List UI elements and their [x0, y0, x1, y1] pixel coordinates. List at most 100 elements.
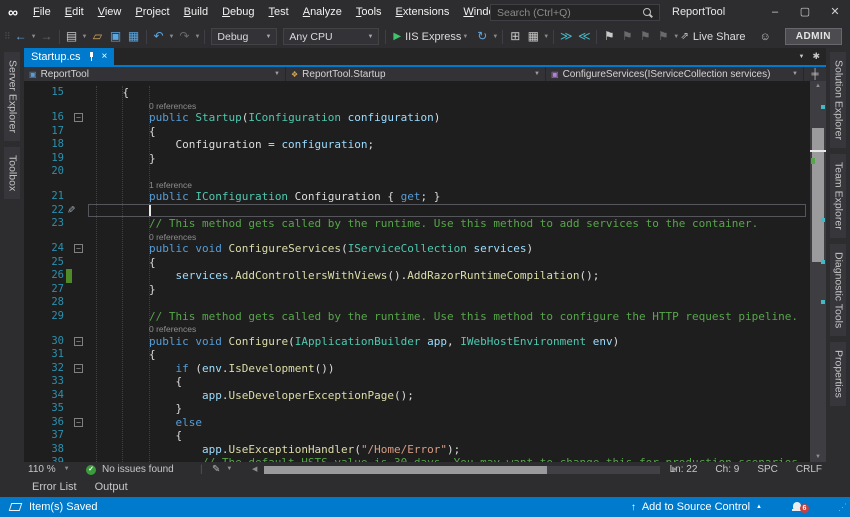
- project-dropdown[interactable]: ▣ ReportTool ▼: [24, 67, 286, 81]
- breakpoint-margin[interactable]: [24, 443, 42, 457]
- fold-collapse-icon[interactable]: –: [74, 244, 83, 253]
- admin-account-button[interactable]: ADMIN: [784, 28, 842, 45]
- code-line-36[interactable]: 36– else: [24, 416, 810, 430]
- fold-margin[interactable]: –: [72, 242, 88, 256]
- codelens-references[interactable]: 0 references: [149, 232, 196, 242]
- bookmark-dropdown[interactable]: ▼: [673, 34, 679, 40]
- fold-margin[interactable]: –: [72, 416, 88, 430]
- code-line-21[interactable]: 21 public IConfiguration Configuration {…: [24, 190, 810, 204]
- new-project-icon[interactable]: ▤: [63, 25, 81, 48]
- breakpoint-margin[interactable]: [24, 389, 42, 403]
- solution-platform-dropdown[interactable]: Any CPU ▼: [283, 28, 380, 45]
- breakpoint-margin[interactable]: [24, 190, 42, 204]
- code-health-indicator[interactable]: ✓ No issues found: [86, 462, 174, 477]
- feedback-icon[interactable]: ☺: [759, 31, 770, 43]
- breakpoint-margin[interactable]: [24, 429, 42, 443]
- code-text[interactable]: public void ConfigureServices(IServiceCo…: [88, 242, 533, 256]
- tool-tab-team-explorer[interactable]: Team Explorer: [829, 153, 847, 238]
- code-text[interactable]: {: [88, 256, 156, 270]
- code-text[interactable]: [88, 165, 96, 179]
- code-text[interactable]: if (env.IsDevelopment()): [88, 362, 334, 376]
- refresh-icon[interactable]: ↻: [473, 25, 491, 48]
- breakpoint-margin[interactable]: [24, 165, 42, 179]
- code-area[interactable]: 15 { 0 references 16 – public Startup(ICon…: [24, 81, 826, 462]
- code-line-31[interactable]: 31 {: [24, 348, 810, 362]
- code-text[interactable]: public IConfiguration Configuration { ge…: [88, 190, 440, 204]
- split-window-icon[interactable]: ╪: [804, 67, 826, 81]
- breakpoint-margin[interactable]: [24, 310, 42, 324]
- code-text[interactable]: public void Configure(IApplicationBuilde…: [88, 335, 619, 349]
- window-options-gear-icon[interactable]: ✱: [812, 51, 820, 62]
- code-text[interactable]: // This method gets called by the runtim…: [88, 217, 758, 231]
- notifications-button[interactable]: 6: [792, 501, 809, 513]
- search-icon[interactable]: [643, 7, 653, 18]
- horizontal-scrollbar[interactable]: [264, 466, 660, 474]
- code-line-24[interactable]: 24 – public void ConfigureServices(IServi…: [24, 242, 810, 256]
- code-text[interactable]: app.UseExceptionHandler("/Home/Error");: [88, 443, 460, 457]
- code-text[interactable]: app.UseDeveloperExceptionPage();: [88, 389, 414, 403]
- refresh-dropdown[interactable]: ▼: [492, 34, 498, 40]
- column-indicator[interactable]: Ch: 9: [715, 462, 739, 477]
- scroll-up-icon[interactable]: ▲: [810, 83, 826, 89]
- vertical-scrollbar-thumb[interactable]: [812, 128, 824, 262]
- code-line-30[interactable]: 30– public void Configure(IApplicationBu…: [24, 335, 810, 349]
- previous-bookmark-icon[interactable]: ⚑: [618, 25, 636, 48]
- space-mode-indicator[interactable]: SPC: [757, 462, 778, 477]
- breakpoint-margin[interactable]: [24, 269, 42, 283]
- code-line-33[interactable]: 33 {: [24, 375, 810, 389]
- source-control-dropdown-icon[interactable]: ▲: [756, 504, 762, 510]
- code-text[interactable]: public Startup(IConfiguration configurat…: [88, 111, 440, 125]
- code-line-16[interactable]: 16 – public Startup(IConfiguration config…: [24, 111, 810, 125]
- fold-collapse-icon[interactable]: –: [74, 363, 83, 373]
- breakpoint-margin[interactable]: [24, 348, 42, 362]
- code-text[interactable]: Configuration = configuration;: [88, 138, 374, 152]
- next-bookmark-icon[interactable]: ⚑: [636, 25, 654, 48]
- attach-to-process-icon[interactable]: ⊞: [506, 25, 524, 48]
- code-line-17[interactable]: 17 {: [24, 125, 810, 139]
- code-line-34[interactable]: 34 app.UseDeveloperExceptionPage();: [24, 389, 810, 403]
- code-text[interactable]: }: [88, 283, 156, 297]
- zoom-level-dropdown[interactable]: 110 % ▼: [28, 462, 70, 477]
- panel-tab-error-list[interactable]: Error List: [24, 479, 85, 495]
- code-text[interactable]: {: [88, 348, 156, 362]
- navigate-back-dropdown[interactable]: ▼: [31, 34, 37, 40]
- code-line-26[interactable]: 26 services.AddControllersWithViews().Ad…: [24, 269, 810, 283]
- redo-icon[interactable]: ↷: [175, 25, 193, 48]
- solution-configuration-dropdown[interactable]: Debug ▼: [211, 28, 278, 45]
- save-icon[interactable]: ▣: [107, 25, 125, 48]
- breakpoint-margin[interactable]: [24, 152, 42, 166]
- tab-startup-cs[interactable]: Startup.cs ×: [24, 48, 115, 65]
- tool-tab-solution-explorer[interactable]: Solution Explorer: [829, 52, 847, 148]
- breakpoint-margin[interactable]: [24, 362, 42, 376]
- undo-icon[interactable]: ↶: [150, 25, 168, 48]
- code-line-35[interactable]: 35 }: [24, 402, 810, 416]
- tab-close-icon[interactable]: ×: [102, 51, 108, 62]
- breakpoint-margin[interactable]: [24, 217, 42, 231]
- code-line-37[interactable]: 37 {: [24, 429, 810, 443]
- horizontal-scrollbar-thumb[interactable]: [264, 466, 547, 474]
- breakpoint-margin[interactable]: [24, 111, 42, 125]
- browser-preview-icon[interactable]: ▦: [524, 25, 542, 48]
- code-line-20[interactable]: 20: [24, 165, 810, 179]
- breakpoint-margin[interactable]: [24, 204, 42, 218]
- menu-edit[interactable]: Edit: [58, 0, 91, 25]
- code-line-18[interactable]: 18 Configuration = configuration;: [24, 138, 810, 152]
- redo-dropdown[interactable]: ▼: [194, 34, 200, 40]
- menu-file[interactable]: File: [26, 0, 58, 25]
- breakpoint-margin[interactable]: [24, 138, 42, 152]
- code-text[interactable]: [88, 296, 96, 310]
- code-line-29[interactable]: 29 // This method gets called by the run…: [24, 310, 810, 324]
- fold-collapse-icon[interactable]: –: [74, 113, 83, 122]
- line-unindent-icon[interactable]: ≪: [575, 25, 593, 48]
- breakpoint-margin[interactable]: [24, 402, 42, 416]
- type-dropdown[interactable]: ❖ ReportTool.Startup ▼: [286, 67, 546, 81]
- codelens-references[interactable]: 0 references: [149, 101, 196, 111]
- code-text[interactable]: else: [88, 416, 202, 430]
- bookmark-icon[interactable]: ⚑: [600, 25, 618, 48]
- live-share-button[interactable]: ⇗ Live Share: [681, 31, 746, 43]
- save-all-icon[interactable]: ▦: [125, 25, 143, 48]
- code-text[interactable]: }: [88, 152, 156, 166]
- line-ending-indicator[interactable]: CRLF: [796, 462, 822, 477]
- clear-bookmarks-icon[interactable]: ⚑: [654, 25, 672, 48]
- code-line-32[interactable]: 32– if (env.IsDevelopment()): [24, 362, 810, 376]
